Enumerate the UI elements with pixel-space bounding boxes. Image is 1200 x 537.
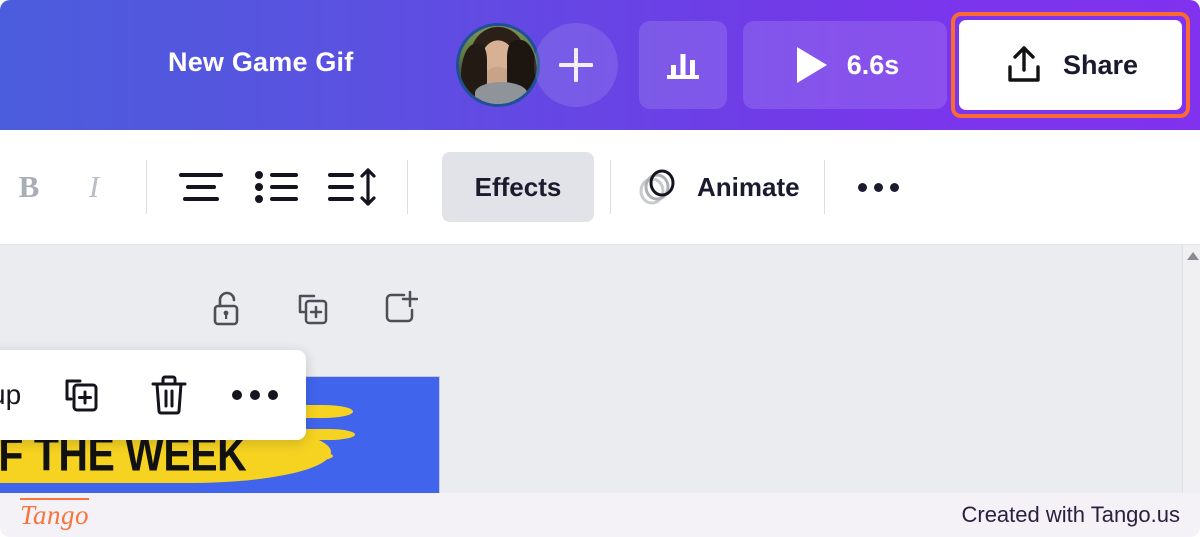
upload-share-icon: [1008, 46, 1040, 82]
play-preview-button[interactable]: 6.6s: [743, 21, 947, 109]
text-format-toolbar: B I Effects Animate: [0, 130, 1200, 245]
share-button-label: Share: [1062, 49, 1139, 80]
add-collaborator-button[interactable]: [534, 23, 618, 107]
animate-circles-icon: [639, 169, 675, 205]
avatar-shoulders: [475, 82, 527, 104]
context-more-dot-2: [250, 390, 261, 400]
duplicate-button[interactable]: [51, 367, 115, 423]
timeline-button[interactable]: [639, 21, 727, 109]
page-tools-row: [210, 290, 419, 328]
add-page-icon[interactable]: [382, 290, 419, 328]
share-button[interactable]: Share: [959, 20, 1182, 110]
bold-button[interactable]: B: [0, 169, 58, 205]
editor-canvas: OF THE WEEK up: [0, 245, 1200, 493]
duplicate-icon: [65, 379, 98, 412]
created-with-credit: Created with Tango.us: [961, 502, 1180, 527]
bullet-list-icon: [255, 171, 298, 203]
element-context-menu: up: [0, 350, 306, 440]
toolbar-more-button[interactable]: [841, 158, 917, 216]
bullet-list-button[interactable]: [239, 158, 315, 216]
duration-label: 6.6s: [846, 49, 900, 80]
effects-button[interactable]: Effects: [442, 152, 594, 222]
tango-logo: Tango: [20, 499, 90, 530]
more-dot-2: [874, 182, 884, 192]
more-dot-1: [858, 182, 868, 192]
text-align-button[interactable]: [163, 158, 239, 216]
page-title: New Game Gif: [168, 47, 354, 77]
duplicate-page-icon[interactable]: [296, 290, 330, 328]
tango-screenshot-frame: New Game Gif 6.6s Share B I Effects Anim…: [0, 0, 1200, 537]
delete-button[interactable]: [137, 367, 201, 423]
avatar[interactable]: [456, 23, 540, 107]
play-icon: [796, 47, 827, 83]
toolbar-divider-1: [146, 160, 147, 214]
line-spacing-icon: [328, 168, 376, 206]
text-align-center-icon: [179, 173, 223, 201]
context-more-dot-1: [232, 390, 243, 400]
brush-flick-bottom: [287, 451, 333, 461]
bar-chart-icon: [667, 54, 699, 79]
duplicate-page-icon-glyph: [298, 294, 328, 325]
scroll-up-arrow-icon[interactable]: [1187, 252, 1199, 260]
avatar-photo: [459, 26, 537, 104]
tango-footer: Tango Created with Tango.us: [0, 493, 1200, 537]
italic-button[interactable]: I: [58, 169, 130, 205]
app-header: New Game Gif 6.6s Share: [0, 0, 1200, 130]
context-more-button[interactable]: [223, 367, 287, 423]
toolbar-divider-4: [823, 160, 825, 214]
toolbar-divider-2: [407, 160, 408, 214]
plus-icon-horizontal: [559, 63, 593, 67]
animate-label: Animate: [697, 171, 800, 202]
group-menu-item[interactable]: up: [0, 379, 21, 411]
more-dot-3: [890, 182, 900, 192]
context-more-dot-3: [268, 390, 279, 400]
toolbar-divider-3: [610, 160, 611, 214]
trash-icon: [151, 375, 187, 415]
brush-flick-mid: [303, 429, 355, 440]
unlock-icon[interactable]: [210, 290, 244, 328]
animate-button[interactable]: Animate: [627, 164, 808, 210]
add-page-icon-glyph: [385, 290, 419, 323]
line-spacing-button[interactable]: [315, 158, 391, 216]
unlock-icon-glyph: [213, 291, 239, 326]
canvas-scrollbar[interactable]: [1182, 245, 1200, 493]
